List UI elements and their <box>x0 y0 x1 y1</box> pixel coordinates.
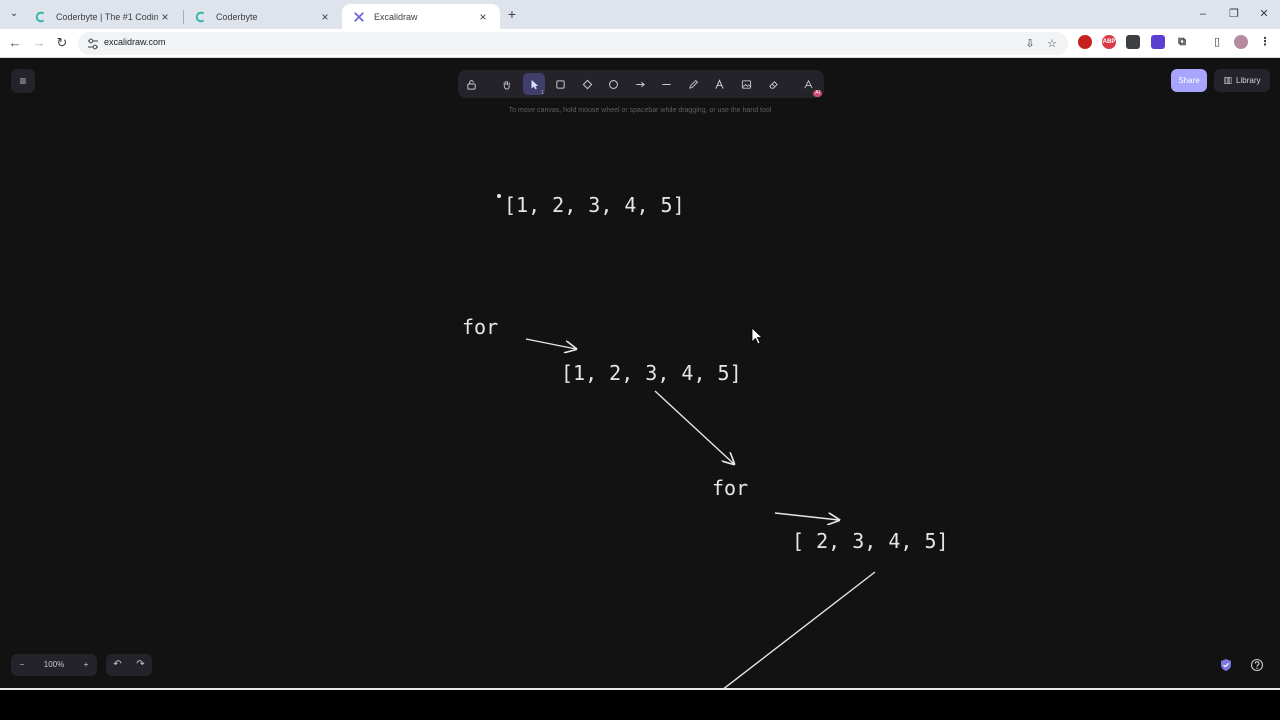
tab-label: Coderbyte <box>216 11 258 22</box>
excalidraw-icon <box>352 10 366 24</box>
tab-label: Excalidraw <box>374 11 418 22</box>
library-icon: ▥ <box>1223 75 1233 85</box>
undo-redo-controls: ↶ ↷ <box>106 654 152 676</box>
share-button[interactable]: Share <box>1171 69 1207 92</box>
bookmark-star-icon[interactable]: ☆ <box>1044 36 1060 52</box>
array-text-2[interactable]: [1, 2, 3, 4, 5] <box>561 361 742 385</box>
extension-red-icon[interactable] <box>1078 35 1092 49</box>
reload-icon[interactable]: ↻ <box>53 34 71 52</box>
adblock-icon[interactable]: ABP <box>1102 35 1116 49</box>
browser-tab-strip: ⌄ Coderbyte | The #1 Coding Ass × Coderb… <box>0 0 1280 29</box>
extension-purple-icon[interactable] <box>1151 35 1165 49</box>
array-text-3[interactable]: [ 2, 3, 4, 5] <box>792 529 949 553</box>
zoom-in-button[interactable]: + <box>75 654 97 676</box>
arrow-for-to-array-2[interactable] <box>774 512 839 520</box>
undo-icon[interactable]: ↶ <box>106 654 129 676</box>
line-icon[interactable] <box>655 73 677 95</box>
zoom-out-button[interactable]: − <box>11 654 33 676</box>
restore-icon[interactable]: ❐ <box>1224 4 1244 24</box>
screen-bottom-bar <box>0 688 1280 720</box>
tab-excalidraw[interactable]: Excalidraw × <box>342 4 500 29</box>
zoom-controls: − 100% + <box>11 654 97 676</box>
install-app-icon[interactable]: ⇩ <box>1022 36 1038 52</box>
diamond-icon[interactable] <box>576 73 598 95</box>
address-bar[interactable]: excalidraw.com ⇩ ☆ <box>78 32 1068 55</box>
coderbyte-icon <box>194 10 208 24</box>
side-panel-icon[interactable]: ▯ <box>1210 35 1224 49</box>
tab-coderbyte-assessment[interactable]: Coderbyte | The #1 Coding Ass × <box>24 4 182 29</box>
hand-icon[interactable] <box>495 73 517 95</box>
main-menu-button[interactable]: ≡ <box>11 69 35 93</box>
text-icon[interactable] <box>708 73 730 95</box>
tab-search-icon[interactable]: ⌄ <box>6 6 22 22</box>
extension-grid-icon[interactable] <box>1126 35 1140 49</box>
zoom-level[interactable]: 100% <box>33 654 75 676</box>
minimize-icon[interactable]: – <box>1193 4 1213 24</box>
library-button[interactable]: ▥ Library <box>1214 69 1270 92</box>
hamburger-icon: ≡ <box>19 74 27 88</box>
arrow-for-to-array[interactable] <box>525 338 576 349</box>
forward-arrow-icon[interactable]: → <box>30 34 48 52</box>
tab-label: Coderbyte | The #1 Coding Ass <box>56 11 158 22</box>
help-icon[interactable] <box>1250 658 1264 672</box>
for-text-2[interactable]: for <box>712 476 748 500</box>
coderbyte-icon <box>34 10 48 24</box>
redo-icon[interactable]: ↷ <box>129 654 152 676</box>
close-icon[interactable]: × <box>158 10 172 24</box>
browser-menu-icon[interactable]: ⋮ <box>1258 35 1272 49</box>
back-arrow-icon[interactable]: ← <box>6 34 24 52</box>
array-text-1[interactable]: [1, 2, 3, 4, 5] <box>504 193 685 217</box>
shield-icon[interactable] <box>1219 658 1233 672</box>
image-icon[interactable] <box>735 73 757 95</box>
excalidraw-canvas[interactable]: [1, 2, 3, 4, 5] for [1, 2, 3, 4, 5] for … <box>0 58 1280 688</box>
ai-badge: AI <box>813 90 822 97</box>
new-tab-button[interactable]: + <box>503 5 521 23</box>
eraser-icon[interactable] <box>762 73 784 95</box>
url-text: excalidraw.com <box>104 37 166 47</box>
arrow-icon[interactable] <box>629 73 651 95</box>
site-info-icon[interactable] <box>86 37 100 51</box>
for-text-1[interactable]: for <box>462 315 498 339</box>
shape-toolbar: 1 AI <box>458 70 824 98</box>
profile-avatar[interactable] <box>1234 35 1248 49</box>
library-label: Library <box>1236 76 1261 85</box>
close-icon[interactable]: × <box>476 10 490 24</box>
lock-icon[interactable] <box>460 73 482 95</box>
selection-icon[interactable]: 1 <box>523 73 545 96</box>
shortcut-number: 1 <box>541 90 544 96</box>
tab-coderbyte[interactable]: Coderbyte × <box>184 4 342 29</box>
ellipse-icon[interactable] <box>602 73 624 95</box>
mouse-cursor-icon <box>751 327 764 345</box>
close-icon[interactable]: × <box>318 10 332 24</box>
more-tools-icon[interactable]: AI <box>797 73 822 97</box>
close-window-icon[interactable]: ✕ <box>1254 4 1274 24</box>
line-down-left[interactable] <box>722 571 876 688</box>
canvas-hint-text: To move canvas, hold mouse wheel or spac… <box>508 107 772 114</box>
rectangle-icon[interactable] <box>549 73 571 95</box>
arrow-array-to-for[interactable] <box>654 390 734 464</box>
pencil-icon[interactable] <box>682 73 704 95</box>
browser-toolbar: ← → ↻ excalidraw.com ⇩ ☆ ABP ⧉ ▯ ⋮ <box>0 29 1280 58</box>
extensions-puzzle-icon[interactable]: ⧉ <box>1175 35 1189 49</box>
selection-dot <box>497 194 501 198</box>
drawing-layer: [1, 2, 3, 4, 5] for [1, 2, 3, 4, 5] for … <box>462 193 949 688</box>
